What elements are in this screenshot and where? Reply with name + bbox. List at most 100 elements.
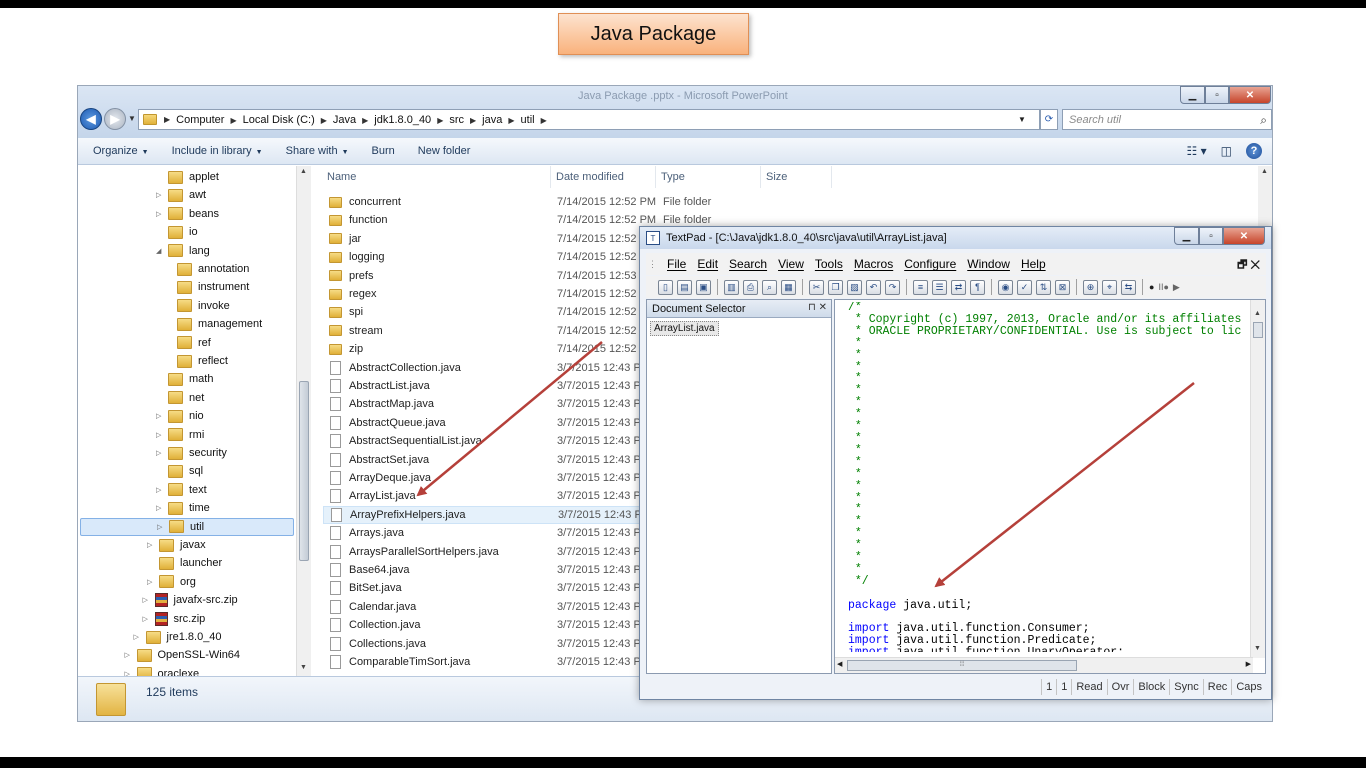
expand-arrow-icon[interactable]: ▷ bbox=[156, 210, 166, 218]
expand-arrow-icon[interactable]: ▷ bbox=[156, 431, 166, 439]
expand-arrow-icon[interactable]: ▷ bbox=[143, 615, 153, 623]
file-row[interactable]: function 7/14/2015 12:52 PM File folder bbox=[323, 211, 711, 229]
file-row[interactable]: prefs 7/14/2015 12:53 PM bbox=[323, 267, 656, 285]
expand-arrow-icon[interactable]: ▷ bbox=[156, 412, 166, 420]
word-wrap-icon[interactable]: ⇄ bbox=[951, 279, 966, 295]
share-with-button[interactable]: Share with ▼ bbox=[286, 145, 349, 157]
expand-arrow-icon[interactable]: ▷ bbox=[143, 596, 153, 604]
expand-arrow-icon[interactable]: ▷ bbox=[125, 651, 135, 659]
web-icon[interactable]: ◉ bbox=[998, 279, 1013, 295]
file-row[interactable]: AbstractCollection.java 3/7/2015 12:43 PM bbox=[323, 359, 653, 377]
redo-icon[interactable]: ↷ bbox=[885, 279, 900, 295]
scroll-down-icon[interactable]: ▼ bbox=[1254, 645, 1261, 652]
cut-icon[interactable]: ✂ bbox=[809, 279, 824, 295]
tree-item[interactable]: net bbox=[156, 389, 204, 407]
tree-item[interactable]: management bbox=[165, 315, 262, 333]
menu-item[interactable]: Help bbox=[1021, 257, 1046, 271]
scroll-up-icon[interactable]: ▲ bbox=[300, 168, 307, 175]
find-in-files-icon[interactable]: ⌖ bbox=[1102, 279, 1117, 295]
menu-item[interactable]: File bbox=[667, 257, 686, 271]
indent-icon[interactable]: ≡ bbox=[913, 279, 928, 295]
minimize-button[interactable]: ▁ bbox=[1174, 227, 1199, 245]
close-button[interactable]: ✕ bbox=[1223, 227, 1265, 245]
minimize-button[interactable]: ▁ bbox=[1180, 86, 1205, 104]
file-row[interactable]: Collections.java 3/7/2015 12:43 PM bbox=[323, 635, 653, 653]
breadcrumb-item[interactable]: src bbox=[449, 114, 464, 126]
tree-item[interactable]: ▷ javafx-src.zip bbox=[143, 591, 238, 609]
chevron-right-icon[interactable]: ▶ bbox=[508, 116, 514, 125]
file-row[interactable]: Base64.java 3/7/2015 12:43 PM bbox=[323, 561, 653, 579]
tree-item[interactable]: ▷ beans bbox=[156, 205, 219, 223]
breadcrumb-item[interactable]: java bbox=[482, 114, 502, 126]
file-row[interactable]: AbstractSequentialList.java 3/7/2015 12:4… bbox=[323, 432, 653, 450]
editor-horizontal-scrollbar[interactable]: ◀ ⦙⦙⦙ ▶ bbox=[835, 657, 1253, 673]
file-row[interactable]: spi 7/14/2015 12:52 PM bbox=[323, 303, 656, 321]
tree-item[interactable]: ▷ oraclexe bbox=[125, 665, 199, 676]
preview-pane-icon[interactable]: ◫ bbox=[1221, 144, 1232, 158]
help-icon[interactable]: ? bbox=[1246, 143, 1262, 159]
compare-icon[interactable]: ⊠ bbox=[1055, 279, 1070, 295]
tree-item[interactable]: ▷ time bbox=[156, 499, 210, 517]
burn-button[interactable]: Burn bbox=[372, 145, 395, 157]
chevron-right-icon[interactable]: ▶ bbox=[164, 115, 170, 124]
paragraph-icon[interactable]: ¶ bbox=[970, 279, 985, 295]
copy-doc-icon[interactable]: ❐ bbox=[828, 279, 843, 295]
file-row[interactable]: Arrays.java 3/7/2015 12:43 PM bbox=[323, 524, 653, 542]
file-row[interactable]: stream 7/14/2015 12:52 PM bbox=[323, 322, 656, 340]
undo-icon[interactable]: ↶ bbox=[866, 279, 881, 295]
search-icon[interactable]: ⌕ bbox=[1260, 113, 1267, 128]
tree-item[interactable]: ▷ awt bbox=[156, 186, 206, 204]
scrollbar-thumb[interactable] bbox=[1253, 322, 1263, 338]
menu-item[interactable]: Macros bbox=[854, 257, 893, 271]
tree-item[interactable]: math bbox=[156, 370, 213, 388]
breadcrumb-item[interactable]: Computer bbox=[176, 114, 224, 126]
tree-item[interactable]: reflect bbox=[165, 352, 228, 370]
tree-item[interactable]: ▷ org bbox=[147, 573, 196, 591]
editor-vertical-scrollbar[interactable]: ▲ ▼ bbox=[1250, 300, 1265, 658]
file-row[interactable]: jar 7/14/2015 12:52 PM bbox=[323, 230, 656, 248]
expand-arrow-icon[interactable]: ▷ bbox=[157, 523, 167, 531]
breadcrumb-item[interactable]: Java bbox=[333, 114, 356, 126]
expand-arrow-icon[interactable]: ▷ bbox=[134, 633, 144, 641]
file-row[interactable]: BitSet.java 3/7/2015 12:43 PM bbox=[323, 579, 653, 597]
chevron-right-icon[interactable]: ▶ bbox=[321, 116, 327, 125]
tree-item[interactable]: ▷ text bbox=[156, 481, 207, 499]
new-folder-button[interactable]: New folder bbox=[418, 145, 471, 157]
new-file-icon[interactable]: ▯ bbox=[658, 279, 673, 295]
save-icon[interactable]: ▣ bbox=[696, 279, 711, 295]
expand-arrow-icon[interactable]: ▷ bbox=[147, 541, 157, 549]
breadcrumb-item[interactable]: util bbox=[521, 114, 535, 126]
expand-arrow-icon[interactable]: ▷ bbox=[147, 578, 157, 586]
file-row[interactable]: ArrayList.java 3/7/2015 12:43 PM bbox=[323, 487, 653, 505]
open-file-icon[interactable]: ▤ bbox=[677, 279, 692, 295]
file-row[interactable]: ArrayDeque.java 3/7/2015 12:43 PM bbox=[323, 469, 653, 487]
tree-item[interactable]: applet bbox=[156, 168, 219, 186]
view-options-icon[interactable]: ☷ ▾ bbox=[1187, 144, 1207, 158]
breadcrumb-item[interactable]: jdk1.8.0_40 bbox=[374, 114, 431, 126]
file-row[interactable]: regex 7/14/2015 12:52 PM bbox=[323, 285, 656, 303]
tree-item[interactable]: ▷ rmi bbox=[156, 426, 204, 444]
pin-close-icon[interactable]: ⊓ ✕ bbox=[808, 302, 827, 313]
expand-arrow-icon[interactable]: ▷ bbox=[156, 191, 166, 199]
tree-item[interactable]: ▷ security bbox=[156, 444, 227, 462]
file-row[interactable]: AbstractQueue.java 3/7/2015 12:43 PM bbox=[323, 414, 653, 432]
recent-pages-dropdown-icon[interactable]: ▼ bbox=[128, 114, 136, 123]
menu-item[interactable]: Search bbox=[729, 257, 767, 271]
file-row[interactable]: ComparableTimSort.java 3/7/2015 12:43 PM bbox=[323, 653, 653, 671]
organize-button[interactable]: Organize ▼ bbox=[93, 145, 149, 157]
tree-item[interactable]: invoke bbox=[165, 297, 230, 315]
tree-item[interactable]: annotation bbox=[165, 260, 249, 278]
sort-icon[interactable]: ⇅ bbox=[1036, 279, 1051, 295]
tree-item[interactable]: instrument bbox=[165, 278, 249, 296]
replace-icon[interactable]: ⇆ bbox=[1121, 279, 1136, 295]
expand-arrow-icon[interactable]: ◢ bbox=[156, 247, 166, 255]
menu-item[interactable]: Edit bbox=[697, 257, 718, 271]
menu-item[interactable]: Tools bbox=[815, 257, 843, 271]
code-text[interactable]: /* * Copyright (c) 1997, 2013, Oracle an… bbox=[848, 302, 1248, 652]
tree-item[interactable]: launcher bbox=[147, 554, 222, 572]
paste-icon[interactable]: ▨ bbox=[847, 279, 862, 295]
back-arrow-icon[interactable]: ◀ bbox=[80, 108, 102, 130]
maximize-button[interactable]: ▫ bbox=[1199, 227, 1223, 245]
file-row[interactable]: AbstractSet.java 3/7/2015 12:43 PM bbox=[323, 451, 653, 469]
close-button[interactable]: ✕ bbox=[1229, 86, 1271, 104]
